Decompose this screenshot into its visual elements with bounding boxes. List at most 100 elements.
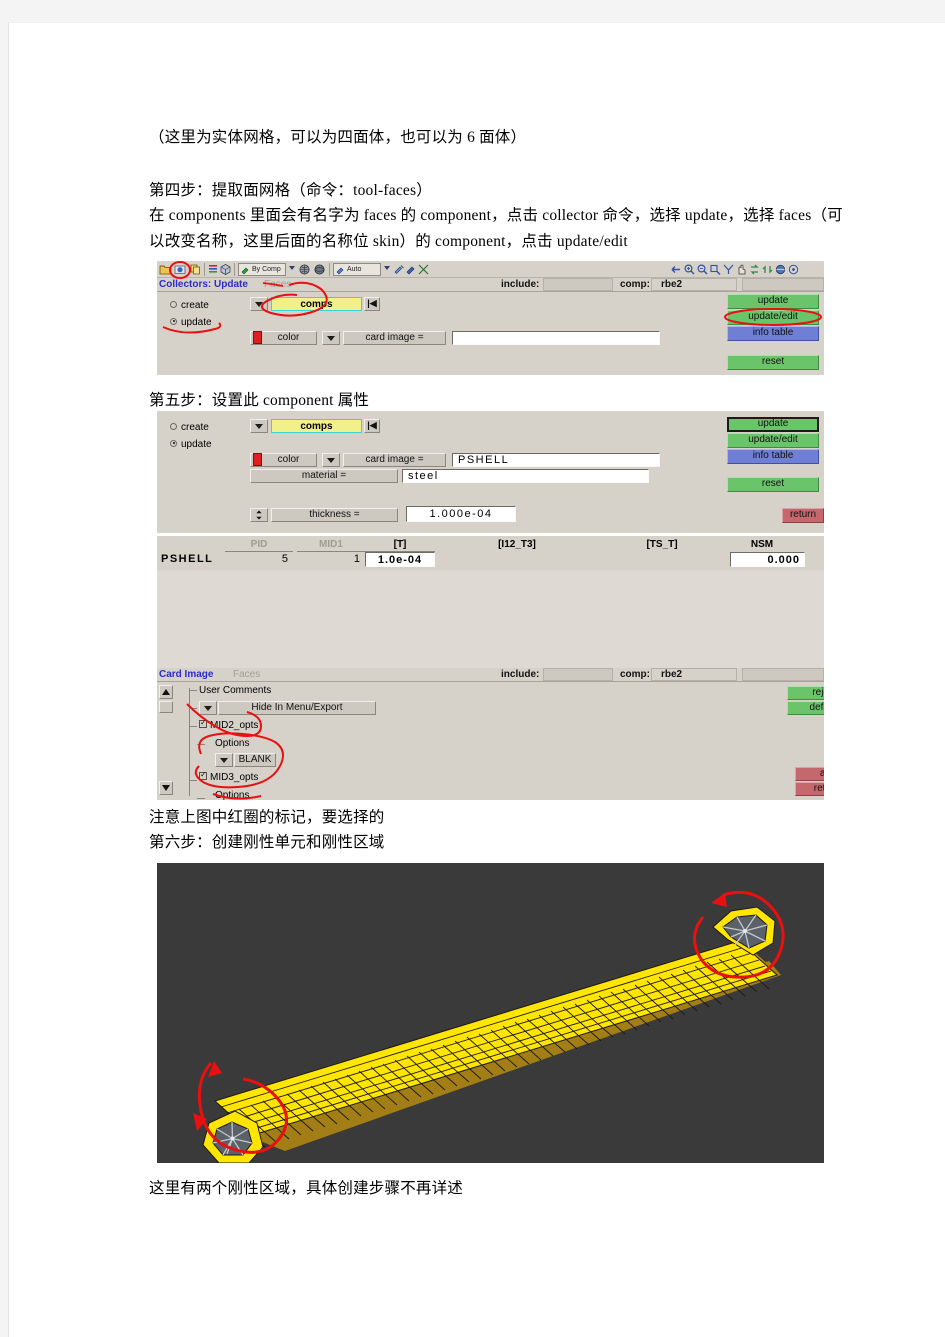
reject-button-label: reje bbox=[812, 686, 824, 698]
column-header-pid: PID bbox=[250, 539, 268, 550]
panel4-extra-field[interactable] bbox=[742, 668, 824, 681]
abort-button[interactable]: ab bbox=[795, 767, 824, 781]
column-value-mid1[interactable]: 1 bbox=[297, 553, 361, 565]
panel1-extra-field[interactable] bbox=[742, 278, 824, 291]
up-down-arrow-icon bbox=[256, 510, 262, 520]
hand-pan-icon[interactable] bbox=[735, 263, 748, 276]
arrow-left-icon[interactable] bbox=[670, 263, 683, 276]
return-button[interactable]: return bbox=[782, 508, 824, 523]
card-image-button[interactable]: card image = bbox=[343, 331, 446, 345]
mesh-mode-chevron-down-icon[interactable] bbox=[384, 266, 390, 270]
tree-item-options-1-label: Options bbox=[215, 738, 250, 749]
hide-in-menu-chevron-down-icon[interactable] bbox=[199, 701, 217, 715]
card-image-value-field-2[interactable]: PSHELL bbox=[452, 453, 660, 467]
color-swatch[interactable] bbox=[253, 331, 262, 344]
card-image-value-field[interactable] bbox=[452, 331, 660, 345]
collectors-update-panel[interactable]: By Comp Auto Collectors: Update Faces in… bbox=[157, 261, 824, 375]
reset-button[interactable]: reset bbox=[727, 355, 819, 370]
entity-type-chevron-down-icon-2[interactable] bbox=[250, 419, 268, 433]
tree-item-mid3-opts[interactable]: MID3_opts bbox=[199, 771, 258, 783]
radio-update[interactable]: update bbox=[170, 317, 212, 328]
update-edit-button-2[interactable]: update/edit bbox=[727, 433, 819, 448]
auto-mesh-icon bbox=[335, 265, 345, 275]
radio-create[interactable]: create bbox=[170, 300, 209, 311]
info-table-button-2[interactable]: info table bbox=[727, 449, 819, 464]
tree-scroll-thumb[interactable] bbox=[159, 701, 173, 713]
thickness-button[interactable]: thickness = bbox=[271, 508, 398, 522]
globe-rotate-icon[interactable] bbox=[774, 263, 787, 276]
panel1-toolbar[interactable]: By Comp Auto bbox=[157, 261, 824, 278]
cube-icon[interactable] bbox=[219, 263, 232, 276]
entity-selector-comps[interactable]: comps bbox=[271, 297, 362, 311]
blank-chevron-down-icon[interactable] bbox=[215, 753, 233, 767]
return-button-2[interactable]: retu bbox=[795, 782, 824, 796]
update-edit-button[interactable]: update/edit bbox=[727, 310, 819, 325]
card-image-chevron-down-icon[interactable] bbox=[322, 331, 340, 345]
rotate-icon[interactable] bbox=[748, 263, 761, 276]
panel4-comp-field[interactable] bbox=[651, 668, 737, 681]
card-image-chevron-down-icon-2[interactable] bbox=[322, 453, 340, 467]
material-button[interactable]: material = bbox=[250, 469, 398, 483]
panel4-include-field[interactable] bbox=[543, 668, 613, 681]
entity-rewind-button-2[interactable]: |◀ bbox=[364, 419, 380, 433]
zoom-out-icon[interactable] bbox=[696, 263, 709, 276]
component-properties-panel[interactable]: create update comps |◀ color card image … bbox=[157, 411, 824, 533]
mid3-opts-checkbox[interactable] bbox=[199, 771, 207, 780]
open-folder-icon[interactable] bbox=[159, 263, 172, 276]
tree-scroll-up-button[interactable] bbox=[159, 685, 173, 699]
zoom-window-icon[interactable] bbox=[709, 263, 722, 276]
tree-item-options-1[interactable]: Options bbox=[215, 738, 249, 749]
reset-button-2[interactable]: reset bbox=[727, 477, 819, 492]
display-mode-combo[interactable]: By Comp bbox=[238, 263, 286, 276]
document-page: （这里为实体网格，可以为四面体，也可以为 6 面体） 第四步：提取面网格（命令：… bbox=[8, 22, 945, 1337]
blank-dropdown-button[interactable]: BLANK bbox=[234, 753, 276, 767]
zoom-in-icon[interactable] bbox=[683, 263, 696, 276]
card-image-panel[interactable]: Card Image Faces include: comp: rbe2 Use… bbox=[157, 668, 824, 800]
column-value-t[interactable]: 1.0e-04 bbox=[365, 552, 435, 567]
thickness-stepper[interactable] bbox=[250, 508, 268, 522]
tree-item-user-comments[interactable]: User Comments bbox=[199, 685, 271, 696]
info-table-button[interactable]: info table bbox=[727, 326, 819, 341]
reject-button[interactable]: reje bbox=[787, 686, 824, 700]
hypermesh-3d-viewport[interactable] bbox=[157, 863, 824, 1163]
mask-icon[interactable] bbox=[417, 263, 430, 276]
hide-in-menu-export-button[interactable]: Hide In Menu/Export bbox=[218, 701, 376, 715]
mid2-opts-checkbox[interactable] bbox=[199, 719, 207, 728]
radio-create-2-dot bbox=[170, 422, 177, 430]
entity-selector-comps-2[interactable]: comps bbox=[271, 419, 362, 433]
radio-create-2[interactable]: create bbox=[170, 422, 209, 433]
display-mode-chevron-down-icon[interactable] bbox=[289, 266, 295, 270]
radio-update-dot bbox=[170, 317, 177, 325]
panel1-comp-field[interactable] bbox=[651, 278, 737, 291]
update-button[interactable]: update bbox=[727, 294, 819, 309]
material-value-field[interactable]: steel bbox=[402, 469, 649, 483]
pshell-card-table: PSHELL PID 5 MID1 1 [T] 1.0e-04 [I12_T3] bbox=[157, 536, 824, 668]
view-icon[interactable] bbox=[787, 263, 800, 276]
copy-icon[interactable] bbox=[189, 263, 202, 276]
entity-rewind-button[interactable]: |◀ bbox=[364, 297, 380, 311]
reset-button-2-label: reset bbox=[761, 478, 785, 490]
tree-item-mid2-opts[interactable]: MID2_opts bbox=[199, 719, 259, 731]
update-button-2[interactable]: update bbox=[727, 417, 819, 432]
column-value-pid[interactable]: 5 bbox=[225, 553, 289, 565]
tree-scroll-down-button[interactable] bbox=[159, 781, 173, 795]
color-swatch-2[interactable] bbox=[253, 453, 262, 466]
globe-icon[interactable] bbox=[298, 263, 311, 276]
sphere-icon[interactable] bbox=[313, 263, 326, 276]
panel1-include-field[interactable] bbox=[543, 278, 613, 291]
default-button[interactable]: defa bbox=[787, 701, 824, 715]
card-image-button-2[interactable]: card image = bbox=[343, 453, 446, 467]
rotate-alt-icon[interactable] bbox=[761, 263, 774, 276]
component-color-icon[interactable] bbox=[174, 263, 187, 276]
hide-in-menu-export-label: Hide In Menu/Export bbox=[251, 701, 343, 713]
thickness-value-field[interactable]: 1.000e-04 bbox=[406, 506, 516, 522]
tree-item-options-2[interactable]: Options bbox=[215, 790, 249, 800]
fit-icon[interactable] bbox=[722, 263, 735, 276]
mesh-mode-combo[interactable]: Auto bbox=[333, 263, 381, 276]
entity-type-chevron-down-icon[interactable] bbox=[250, 297, 268, 311]
tree-item-mid2-opts-label: MID2_opts bbox=[210, 720, 259, 731]
pshell-card-table-panel[interactable]: PSHELL PID 5 MID1 1 [T] 1.0e-04 [I12_T3] bbox=[157, 536, 824, 668]
paragraph-step-six: 第六步：创建刚性单元和刚性区域 bbox=[149, 834, 385, 851]
radio-update-2[interactable]: update bbox=[170, 439, 212, 450]
column-value-nsm[interactable]: 0.000 bbox=[730, 552, 805, 567]
